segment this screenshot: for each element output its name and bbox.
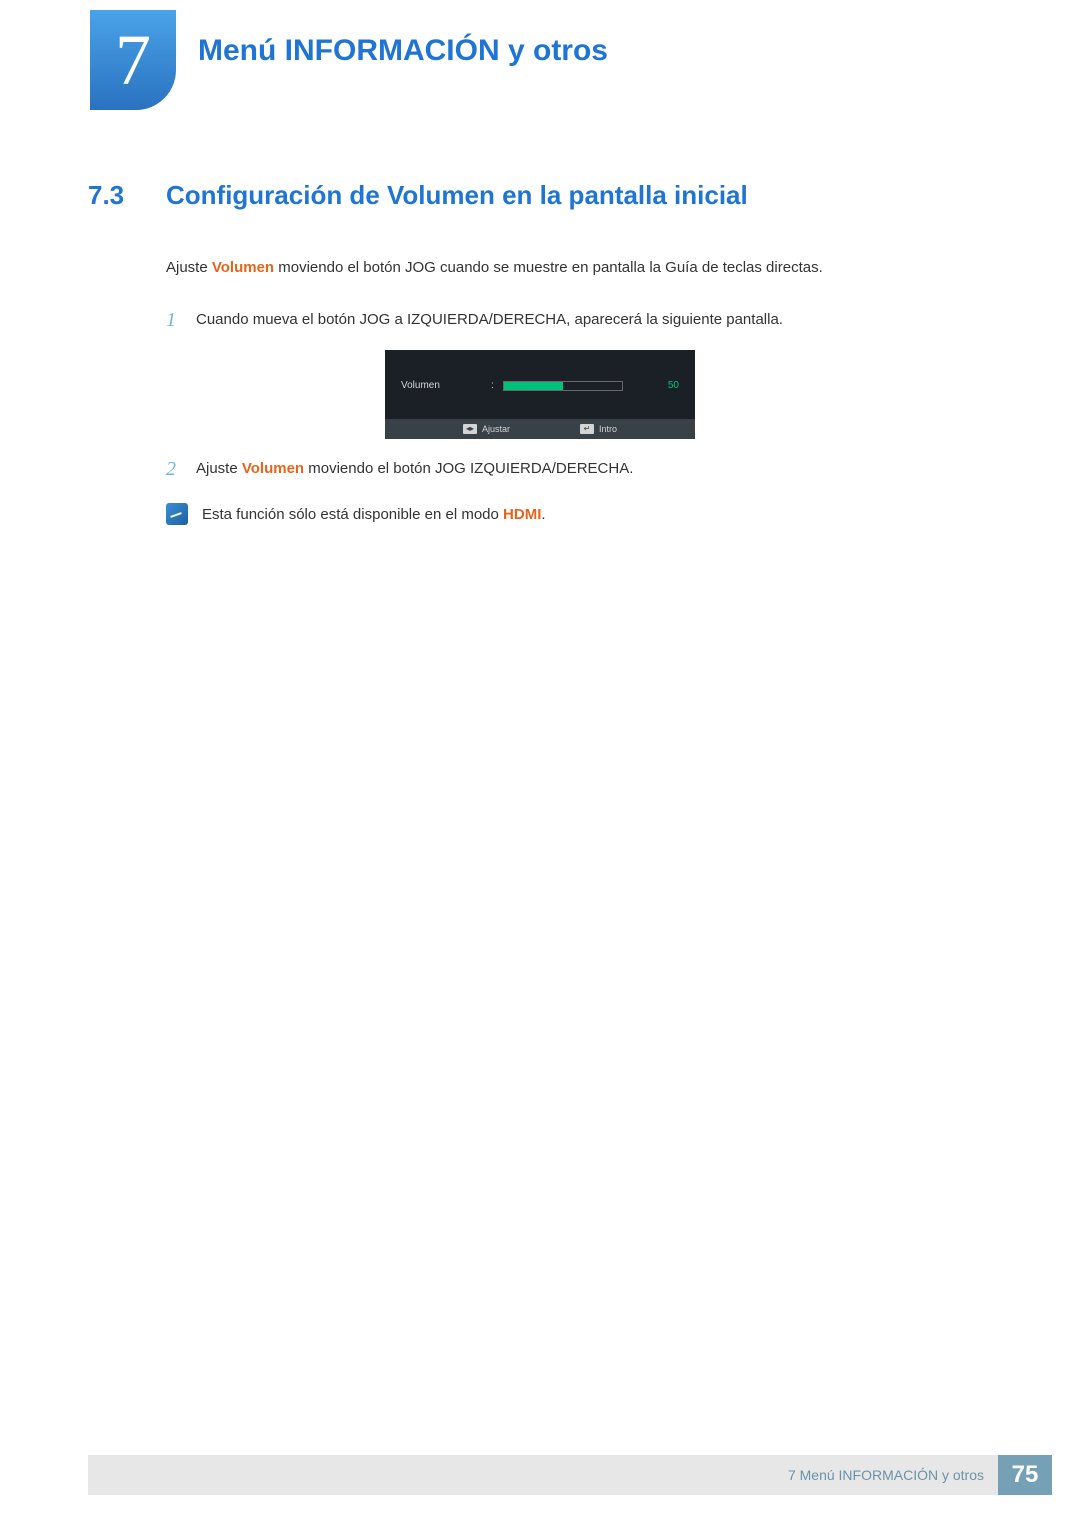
- step-2-bold: Volumen: [242, 460, 304, 477]
- step-2-pre: Ajuste: [196, 460, 242, 477]
- osd-value: 50: [668, 380, 679, 391]
- osd-adjust-label: Ajustar: [482, 424, 510, 434]
- footer-text: 7 Menú INFORMACIÓN y otros: [88, 1455, 998, 1495]
- intro-pre: Ajuste: [166, 259, 212, 276]
- step-2-number: 2: [166, 457, 196, 481]
- step-1: 1 Cuando mueva el botón JOG a IZQUIERDA/…: [166, 308, 992, 332]
- note-bold: HDMI: [503, 506, 541, 523]
- intro-bold: Volumen: [212, 259, 274, 276]
- osd-enter-hint: ↵ Intro: [580, 424, 617, 434]
- osd-progress-bar: [503, 381, 623, 391]
- intro-post: moviendo el botón JOG cuando se muestre …: [274, 259, 823, 276]
- osd-label: Volumen: [401, 380, 491, 391]
- osd-row: Volumen : 50: [401, 380, 679, 391]
- section-heading: 7.3 Configuración de Volumen en la panta…: [88, 180, 992, 211]
- page-number: 75: [998, 1455, 1052, 1495]
- osd-screenshot: Volumen : 50 ◂▸ Ajustar ↵ Intro: [88, 350, 992, 439]
- note-pre: Esta función sólo está disponible en el …: [202, 506, 503, 523]
- chapter-number: 7: [90, 10, 176, 110]
- step-2-text: Ajuste Volumen moviendo el botón JOG IZQ…: [196, 457, 992, 481]
- enter-icon: ↵: [580, 424, 594, 434]
- chapter-title: Menú INFORMACIÓN y otros: [198, 34, 608, 68]
- step-1-text: Cuando mueva el botón JOG a IZQUIERDA/DE…: [196, 308, 992, 332]
- page-header: 7 Menú INFORMACIÓN y otros: [0, 0, 1080, 110]
- content-area: 7.3 Configuración de Volumen en la panta…: [0, 110, 1080, 527]
- intro-paragraph: Ajuste Volumen moviendo el botón JOG cua…: [166, 256, 992, 280]
- section-title: Configuración de Volumen en la pantalla …: [166, 180, 748, 211]
- step-2-post: moviendo el botón JOG IZQUIERDA/DERECHA.: [304, 460, 633, 477]
- osd-colon: :: [491, 380, 503, 391]
- step-2: 2 Ajuste Volumen moviendo el botón JOG I…: [166, 457, 992, 481]
- note-text: Esta función sólo está disponible en el …: [202, 503, 546, 527]
- osd-footer: ◂▸ Ajustar ↵ Intro: [385, 419, 695, 439]
- note-post: .: [541, 506, 545, 523]
- page-footer: 7 Menú INFORMACIÓN y otros 75: [88, 1455, 1052, 1495]
- note-row: Esta función sólo está disponible en el …: [166, 503, 992, 527]
- osd-enter-label: Intro: [599, 424, 617, 434]
- osd-panel: Volumen : 50 ◂▸ Ajustar ↵ Intro: [385, 350, 695, 439]
- chapter-badge: 7: [90, 10, 176, 110]
- step-1-number: 1: [166, 308, 196, 332]
- osd-adjust-hint: ◂▸ Ajustar: [463, 424, 510, 434]
- section-number: 7.3: [88, 180, 166, 211]
- left-right-icon: ◂▸: [463, 424, 477, 434]
- osd-progress-fill: [504, 382, 563, 390]
- note-icon: [166, 503, 188, 525]
